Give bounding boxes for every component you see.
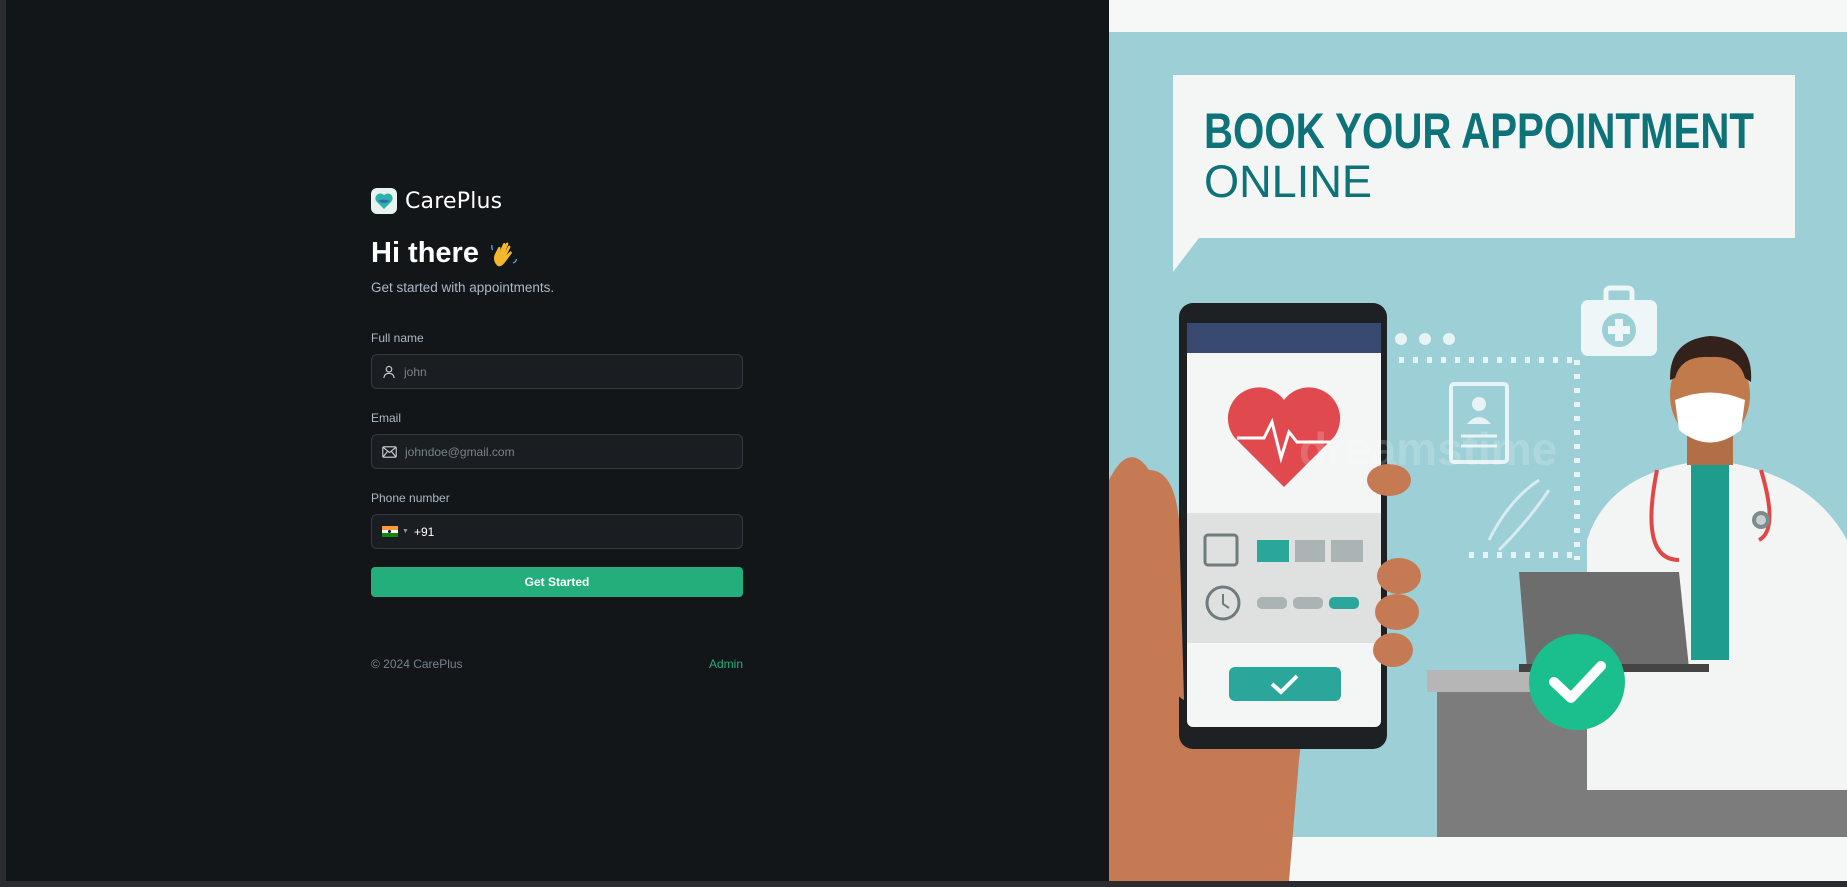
- user-icon: [382, 365, 396, 379]
- headline-line-2: ONLINE: [1204, 156, 1372, 207]
- phone-field[interactable]: ▼ +91: [371, 514, 743, 549]
- full-name-field[interactable]: [371, 354, 743, 389]
- brand: CarePlus: [371, 187, 743, 215]
- page-subtitle: Get started with appointments.: [371, 280, 555, 295]
- email-input[interactable]: [405, 444, 742, 459]
- email-field[interactable]: [371, 434, 743, 469]
- full-name-label: Full name: [371, 331, 424, 345]
- careplus-logo-icon: [371, 188, 397, 214]
- onboarding-illustration: BOOK YOUR APPOINTMENT ONLINE dreamstime: [1109, 0, 1847, 881]
- headline-line-1: BOOK YOUR APPOINTMENT: [1204, 103, 1754, 159]
- onboarding-panel: CarePlus Hi there Get started with appoi…: [6, 0, 1109, 881]
- greeting-text: Hi there: [371, 237, 479, 269]
- get-started-button[interactable]: Get Started: [371, 567, 743, 597]
- email-label: Email: [371, 411, 402, 425]
- phone-input[interactable]: [442, 524, 742, 539]
- footer: © 2024 CarePlus Admin: [371, 657, 743, 671]
- country-code: +91: [413, 524, 435, 539]
- app-frame: CarePlus Hi there Get started with appoi…: [6, 0, 1847, 881]
- full-name-input[interactable]: [404, 364, 742, 379]
- brand-name: CarePlus: [405, 188, 503, 214]
- chevron-down-icon[interactable]: ▼: [402, 528, 409, 535]
- india-flag-icon[interactable]: [382, 526, 398, 538]
- copyright-text: © 2024 CarePlus: [371, 657, 463, 671]
- registration-form: CarePlus Hi there Get started with appoi…: [371, 187, 743, 671]
- phone-label: Phone number: [371, 491, 450, 505]
- watermark-text: dreamstime: [1299, 423, 1557, 475]
- admin-link[interactable]: Admin: [709, 657, 743, 671]
- page-title: Hi there: [371, 237, 743, 270]
- wave-hand-icon: [489, 239, 519, 269]
- mail-icon: [382, 445, 397, 458]
